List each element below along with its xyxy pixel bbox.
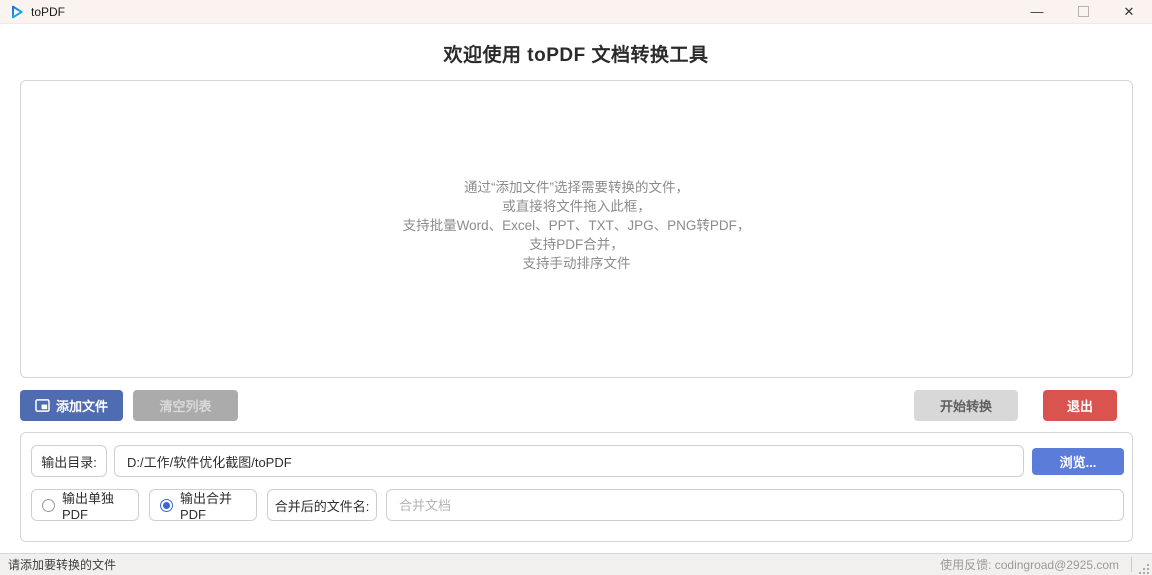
- status-separator: [1131, 557, 1132, 572]
- maximize-button[interactable]: [1060, 0, 1106, 23]
- file-drop-zone[interactable]: 通过“添加文件”选择需要转换的文件， 或直接将文件拖入此框， 支持批量Word、…: [20, 80, 1133, 378]
- close-icon: ✕: [1123, 3, 1135, 19]
- drop-zone-hint: 通过“添加文件”选择需要转换的文件， 或直接将文件拖入此框， 支持批量Word、…: [403, 178, 751, 273]
- window-title: toPDF: [31, 4, 66, 19]
- exit-button[interactable]: 退出: [1043, 390, 1117, 421]
- add-files-icon: [35, 399, 50, 412]
- feedback-text: 使用反馈: codingroad@2925.com: [940, 558, 1119, 572]
- radio-output-merged-pdf[interactable]: 输出合并PDF: [149, 489, 257, 522]
- drop-hint-line: 支持PDF合并，: [529, 236, 624, 252]
- titlebar: toPDF — ✕: [0, 0, 1152, 24]
- resize-grip-icon[interactable]: [1136, 561, 1150, 575]
- app-logo-icon: [9, 4, 25, 20]
- drop-hint-line: 支持手动排序文件: [522, 255, 631, 271]
- page-title: 欢迎使用 toPDF 文档转换工具: [443, 45, 709, 66]
- window-controls: — ✕: [1014, 0, 1152, 23]
- radio-merge-label: 输出合并PDF: [180, 491, 233, 522]
- minimize-icon: —: [1030, 4, 1044, 19]
- maximize-icon: [1077, 6, 1089, 17]
- output-dir-input[interactable]: [114, 445, 1024, 477]
- status-bar: 请添加要转换的文件 使用反馈: codingroad@2925.com: [0, 553, 1152, 575]
- radio-checked-icon: [160, 498, 173, 512]
- browse-label: 浏览...: [1059, 455, 1097, 470]
- radio-output-single-pdf[interactable]: 输出单独PDF: [31, 489, 139, 522]
- browse-button[interactable]: 浏览...: [1032, 448, 1124, 475]
- add-files-label: 添加文件: [55, 399, 108, 414]
- drop-hint-line: 或直接将文件拖入此框，: [502, 198, 651, 214]
- radio-unchecked-icon: [42, 498, 55, 512]
- drop-hint-line: 通过“添加文件”选择需要转换的文件，: [463, 179, 689, 195]
- status-message: 请添加要转换的文件: [8, 558, 117, 572]
- output-settings-panel: 输出目录: 浏览... 输出单独PDF 输出合并PDF 合并后的文件名:: [20, 432, 1133, 542]
- radio-single-label: 输出单独PDF: [62, 491, 115, 522]
- start-convert-button[interactable]: 开始转换: [914, 390, 1018, 421]
- exit-label: 退出: [1066, 399, 1093, 414]
- add-files-button[interactable]: 添加文件: [20, 390, 123, 421]
- clear-list-label: 清空列表: [159, 399, 212, 414]
- merge-filename-input[interactable]: [386, 489, 1124, 521]
- merge-filename-label: 合并后的文件名:: [267, 489, 377, 521]
- feedback-contact: 使用反馈: codingroad@2925.com: [940, 555, 1152, 575]
- close-button[interactable]: ✕: [1106, 0, 1152, 23]
- output-dir-label: 输出目录:: [31, 445, 107, 477]
- minimize-button[interactable]: —: [1014, 0, 1060, 23]
- start-convert-label: 开始转换: [939, 399, 992, 414]
- drop-hint-line: 支持批量Word、Excel、PPT、TXT、JPG、PNG转PDF，: [402, 217, 751, 233]
- clear-list-button[interactable]: 清空列表: [133, 390, 238, 421]
